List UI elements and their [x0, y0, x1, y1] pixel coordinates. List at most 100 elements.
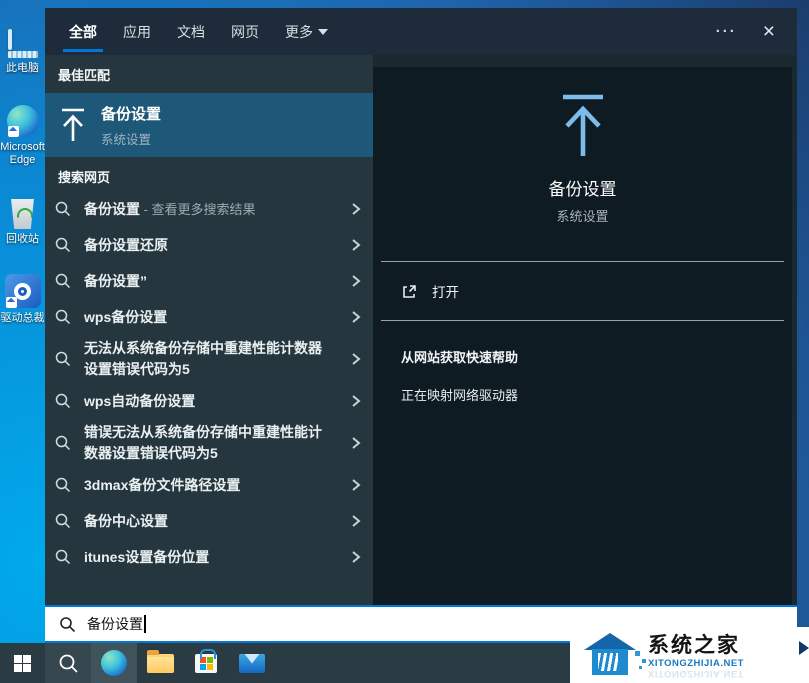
preview-column: 备份设置 系统设置 打开 从网站获: [373, 55, 797, 605]
watermark-arrow-icon: [799, 641, 809, 655]
search-icon: [54, 549, 72, 565]
file-explorer-icon: [147, 654, 174, 673]
shortcut-arrow-icon: [6, 297, 17, 308]
best-match-header: 最佳匹配: [58, 65, 373, 84]
search-icon: [54, 477, 72, 493]
search-icon: [54, 513, 72, 529]
tab-label: 网页: [231, 22, 259, 42]
quick-help-header: 从网站获取快速帮助: [401, 347, 792, 366]
more-options-button[interactable]: ···: [716, 23, 737, 40]
chevron-down-icon: [318, 29, 328, 35]
tab-documents[interactable]: 文档: [177, 8, 205, 55]
result-text: 备份设置”: [84, 271, 147, 292]
taskbar-edge-button[interactable]: [91, 643, 137, 683]
desktop-icon-label: 此电脑: [0, 62, 45, 75]
search-result-item[interactable]: 备份设置还原: [45, 227, 373, 263]
screen: 此电脑 Microsoft Edge 回收站 驱动总裁 全部 应用文档 网页 更多 ·…: [0, 0, 809, 683]
chevron-right-icon[interactable]: [351, 436, 361, 450]
recycle-bin-icon: [10, 189, 36, 229]
result-text: 3dmax备份文件路径设置: [84, 475, 240, 496]
desktop-icon-label: 驱动总裁: [0, 312, 45, 325]
microsoft-store-icon: [195, 654, 217, 673]
watermark-url: XITONGZHIJIA.NET: [648, 658, 744, 669]
search-icon: [59, 616, 76, 633]
quick-help-item[interactable]: 正在映射网络驱动器: [401, 385, 792, 404]
open-external-icon: [401, 283, 418, 300]
windows-search-panel: 全部 应用文档 网页 更多 ··· × 最佳匹配: [45, 8, 797, 643]
search-result-item[interactable]: wps备份设置: [45, 299, 373, 335]
chevron-right-icon[interactable]: [351, 550, 361, 564]
desktop-icon-label: Microsoft Edge: [0, 141, 45, 167]
chevron-right-icon[interactable]: [351, 514, 361, 528]
search-result-item[interactable]: 错误无法从系统备份存储中重建性能计数器设置错误代码为5: [45, 419, 373, 467]
watermark-url-reflection: XITONGZHIJIA.NET: [648, 669, 744, 677]
chevron-right-icon[interactable]: [351, 238, 361, 252]
search-result-item[interactable]: 3dmax备份文件路径设置: [45, 467, 373, 503]
windows-logo-icon: [14, 655, 31, 672]
search-result-item[interactable]: 备份设置 - 查看更多搜索结果: [45, 191, 373, 227]
search-panel-content: 最佳匹配 备份设置 系统设置 搜索网页 备份设置 -: [45, 55, 797, 605]
backup-up-arrow-icon-large: [373, 67, 792, 159]
result-text: 备份设置还原: [84, 235, 168, 256]
desktop-icon-driver-app[interactable]: 驱动总裁: [0, 268, 45, 325]
tab-more[interactable]: 更多: [285, 8, 328, 55]
watermark-title: 系统之家: [648, 634, 744, 657]
search-icon: [54, 237, 72, 253]
edge-icon: [7, 97, 39, 137]
open-action[interactable]: 打开: [373, 262, 792, 320]
result-text: wps备份设置: [84, 307, 167, 328]
chevron-right-icon[interactable]: [351, 394, 361, 408]
mail-icon: [239, 654, 265, 673]
chevron-right-icon[interactable]: [351, 274, 361, 288]
result-text: itunes设置备份位置: [84, 547, 209, 568]
result-text: 无法从系统备份存储中重建性能计数器设置错误代码为5: [84, 338, 324, 380]
this-pc-icon: [8, 18, 38, 58]
search-input-value[interactable]: 备份设置: [87, 614, 143, 634]
search-icon: [54, 273, 72, 289]
tab-all[interactable]: 全部: [69, 8, 97, 55]
best-match-item[interactable]: 备份设置 系统设置: [45, 93, 373, 157]
search-result-item[interactable]: 备份设置”: [45, 263, 373, 299]
search-result-item[interactable]: 无法从系统备份存储中重建性能计数器设置错误代码为5: [45, 335, 373, 383]
web-search-results: 备份设置 - 查看更多搜索结果备份设置还原备份设置” wps备份设置无法从系统备份…: [45, 191, 373, 575]
tab-apps[interactable]: 应用: [123, 8, 151, 55]
start-button[interactable]: [0, 643, 45, 683]
shortcut-arrow-icon: [8, 126, 19, 137]
result-text: 错误无法从系统备份存储中重建性能计数器设置错误代码为5: [84, 422, 324, 464]
desktop-icon-recycle-bin[interactable]: 回收站: [0, 189, 45, 246]
tab-label: 全部: [69, 22, 97, 42]
web-search-header: 搜索网页: [58, 167, 373, 186]
best-match-subtitle: 系统设置: [101, 129, 161, 148]
chevron-right-icon[interactable]: [351, 202, 361, 216]
chevron-right-icon[interactable]: [351, 310, 361, 324]
close-icon[interactable]: ×: [763, 21, 775, 42]
search-filter-bar: 全部 应用文档 网页 更多 ··· ×: [45, 8, 797, 55]
divider: [381, 320, 784, 321]
search-result-item[interactable]: wps自动备份设置: [45, 383, 373, 419]
chevron-right-icon[interactable]: [351, 352, 361, 366]
desktop-icon-edge[interactable]: Microsoft Edge: [0, 97, 45, 167]
search-icon: [54, 351, 72, 367]
taskbar-store-button[interactable]: [183, 643, 229, 683]
best-match-title: 备份设置: [101, 103, 161, 124]
taskbar-file-explorer-button[interactable]: [137, 643, 183, 683]
tab-web[interactable]: 网页: [231, 8, 259, 55]
backup-up-arrow-icon: [45, 107, 101, 143]
search-result-item[interactable]: itunes设置备份位置: [45, 539, 373, 575]
search-icon: [54, 201, 72, 217]
desktop-icon-this-pc[interactable]: 此电脑: [0, 18, 45, 75]
chevron-right-icon[interactable]: [351, 478, 361, 492]
taskbar-search-button[interactable]: [45, 643, 91, 683]
result-text: 备份中心设置: [84, 511, 168, 532]
topbar-actions: ··· ×: [716, 21, 775, 42]
taskbar-mail-button[interactable]: [229, 643, 275, 683]
text-cursor: [144, 615, 146, 633]
tab-label: 更多: [285, 22, 313, 42]
open-label: 打开: [432, 281, 459, 301]
search-icon: [54, 393, 72, 409]
desktop-icon-label: 回收站: [0, 233, 45, 246]
search-result-item[interactable]: 备份中心设置: [45, 503, 373, 539]
search-icon: [54, 309, 72, 325]
results-column: 最佳匹配 备份设置 系统设置 搜索网页 备份设置 -: [45, 55, 373, 605]
search-icon: [58, 653, 79, 674]
